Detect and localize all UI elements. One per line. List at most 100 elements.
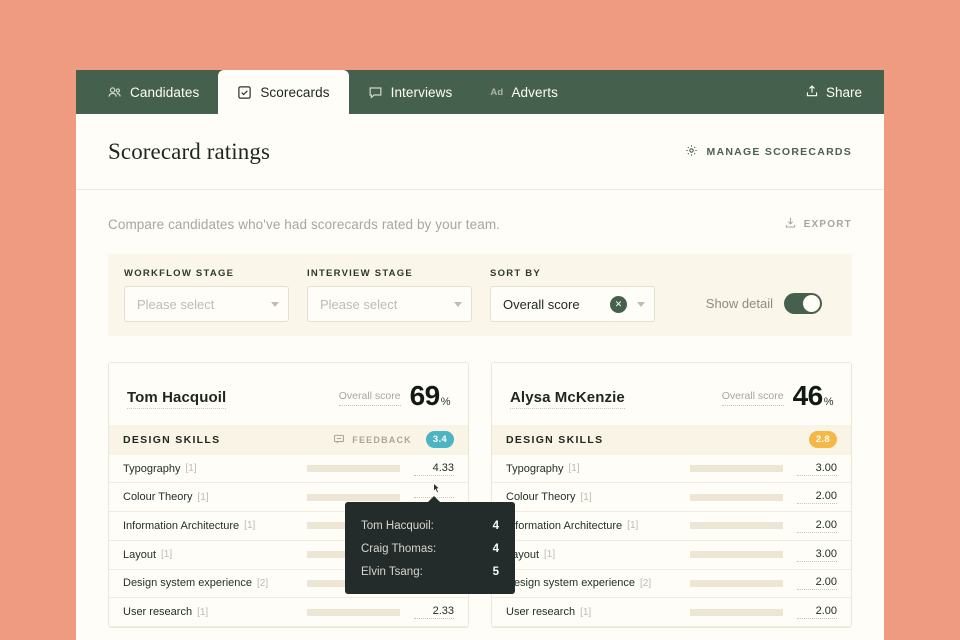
manage-scorecards-label: MANAGE SCORECARDS bbox=[706, 145, 852, 158]
show-detail-toggle-group: Show detail bbox=[706, 277, 836, 314]
skill-value: 2.00 bbox=[797, 576, 837, 591]
nav-tab-label: Adverts bbox=[511, 84, 558, 100]
nav-tab-candidates[interactable]: Candidates bbox=[88, 70, 218, 114]
skill-count: [1] bbox=[197, 606, 209, 618]
candidate-name[interactable]: Alysa McKenzie bbox=[510, 389, 625, 409]
checkbox-icon bbox=[237, 85, 252, 100]
page-title: Scorecard ratings bbox=[108, 138, 270, 164]
skill-value: 2.00 bbox=[797, 490, 837, 505]
skill-row[interactable]: Layout [1] 3.00 bbox=[492, 541, 851, 570]
interview-stage-label: INTERVIEW STAGE bbox=[307, 268, 414, 279]
skill-bar bbox=[307, 608, 400, 616]
rating-breakdown-tooltip: Tom Hacquoil: 4 Craig Thomas: 4 Elvin Ts… bbox=[345, 496, 515, 594]
upload-icon bbox=[805, 84, 819, 101]
skill-value: 2.00 bbox=[797, 519, 837, 533]
share-button[interactable]: Share bbox=[783, 70, 884, 114]
top-navigation-bar: Candidates Scorecards Interviews Ad Adve… bbox=[76, 70, 884, 114]
skill-bar bbox=[690, 551, 783, 559]
skill-value: 2.33 bbox=[414, 605, 454, 620]
download-icon bbox=[784, 216, 797, 232]
workflow-stage-select[interactable]: Please select bbox=[124, 286, 289, 322]
skill-name: Design system experience bbox=[123, 577, 253, 590]
candidate-name[interactable]: Tom Hacquoil bbox=[127, 389, 227, 409]
manage-scorecards-button[interactable]: MANAGE SCORECARDS bbox=[685, 144, 852, 160]
overall-score-label: Overall score bbox=[338, 390, 401, 406]
tooltip-row: Tom Hacquoil: 4 bbox=[361, 514, 499, 537]
skill-count: [2] bbox=[640, 577, 652, 589]
nav-tab-label: Scorecards bbox=[260, 84, 330, 100]
chevron-down-icon bbox=[454, 301, 462, 307]
skill-row[interactable]: Design system experience [2] 2.00 bbox=[492, 570, 851, 599]
section-header: DESIGN SKILLS 2.8 bbox=[492, 424, 851, 455]
tooltip-rater-value: 4 bbox=[492, 519, 499, 532]
export-label: EXPORT bbox=[803, 218, 852, 230]
skill-name: User research bbox=[506, 606, 576, 619]
skill-value: 3.00 bbox=[797, 462, 837, 476]
skill-name: Information Architecture bbox=[506, 519, 623, 532]
sub-header: Compare candidates who've had scorecards… bbox=[76, 190, 884, 254]
skill-bar bbox=[690, 579, 783, 587]
skill-value: 4.33 bbox=[414, 462, 454, 476]
section-title: DESIGN SKILLS bbox=[123, 433, 221, 446]
skill-count: [1] bbox=[627, 520, 639, 532]
card-header: Tom Hacquoil Overall score 69% bbox=[109, 363, 468, 425]
export-button[interactable]: EXPORT bbox=[784, 216, 852, 232]
skill-row[interactable]: Typography [1] 4.33 bbox=[109, 455, 468, 484]
tooltip-rater-name: Craig Thomas: bbox=[361, 542, 437, 555]
skill-count: [1] bbox=[544, 549, 556, 561]
skill-row[interactable]: Typography [1] 3.00 bbox=[492, 455, 851, 484]
tooltip-rater-name: Tom Hacquoil: bbox=[361, 519, 434, 532]
overall-score-label: Overall score bbox=[721, 390, 784, 406]
nav-tab-label: Candidates bbox=[130, 84, 200, 100]
nav-tab-adverts[interactable]: Ad Adverts bbox=[471, 70, 577, 114]
overall-score-group: Overall score 69% bbox=[338, 380, 451, 411]
skill-row[interactable]: Colour Theory [1] 2.00 bbox=[492, 483, 851, 513]
chevron-down-icon bbox=[271, 301, 279, 307]
ad-icon: Ad bbox=[490, 86, 504, 98]
skill-value: 2.00 bbox=[797, 605, 837, 620]
skill-name: Layout bbox=[123, 548, 157, 561]
tooltip-rater-value: 5 bbox=[492, 565, 499, 578]
skill-name: Typography bbox=[123, 462, 181, 475]
tooltip-row: Elvin Tsang: 5 bbox=[361, 560, 499, 583]
skill-row[interactable]: User research [1] 2.00 bbox=[492, 598, 851, 627]
section-header: DESIGN SKILLS FEEDBACK 3.4 bbox=[109, 424, 468, 455]
skill-name: Colour Theory bbox=[123, 491, 193, 504]
page-header: Scorecard ratings MANAGE SCORECARDS bbox=[76, 114, 884, 190]
skill-bar bbox=[690, 608, 783, 616]
workflow-stage-value: Please select bbox=[137, 296, 215, 312]
clear-sort-icon[interactable]: ✕ bbox=[610, 295, 627, 313]
show-detail-label: Show detail bbox=[705, 295, 773, 311]
workflow-stage-label: WORKFLOW STAGE bbox=[124, 268, 235, 279]
show-detail-toggle[interactable] bbox=[784, 292, 822, 314]
interview-stage-select[interactable]: Please select bbox=[307, 286, 472, 322]
feedback-button[interactable]: FEEDBACK bbox=[333, 433, 412, 447]
skill-row[interactable]: Information Architecture [1] 2.00 bbox=[492, 512, 851, 541]
sort-by-label: SORT BY bbox=[490, 268, 541, 279]
nav-tab-interviews[interactable]: Interviews bbox=[349, 70, 472, 114]
skill-name: Colour Theory bbox=[506, 491, 576, 504]
tooltip-rater-value: 4 bbox=[492, 542, 499, 555]
filter-interview-stage: INTERVIEW STAGE Please select bbox=[307, 268, 472, 322]
skill-name: Information Architecture bbox=[123, 519, 240, 532]
skill-bar bbox=[690, 465, 783, 473]
interview-stage-value: Please select bbox=[320, 296, 398, 312]
nav-tab-scorecards[interactable]: Scorecards bbox=[218, 70, 349, 114]
skill-bar bbox=[690, 493, 783, 501]
skill-name: User research bbox=[123, 606, 193, 619]
skill-name: Typography bbox=[506, 462, 564, 475]
filter-workflow-stage: WORKFLOW STAGE Please select bbox=[124, 268, 289, 322]
skill-count: [1] bbox=[197, 491, 209, 503]
skill-count: [2] bbox=[257, 577, 269, 589]
gear-icon bbox=[685, 144, 698, 160]
skill-row[interactable]: User research [1] 2.33 bbox=[109, 598, 468, 627]
overall-score-value: 46% bbox=[792, 380, 834, 411]
skill-count: [1] bbox=[244, 520, 256, 532]
sort-by-select[interactable]: Overall score ✕ bbox=[490, 286, 655, 322]
overall-score-value: 69% bbox=[409, 380, 451, 411]
section-score-badge: 3.4 bbox=[425, 431, 454, 449]
chevron-down-icon bbox=[637, 301, 645, 307]
percent-sign: % bbox=[823, 396, 834, 408]
chat-bubble-icon bbox=[368, 85, 383, 100]
skill-value: 3.00 bbox=[797, 548, 837, 562]
